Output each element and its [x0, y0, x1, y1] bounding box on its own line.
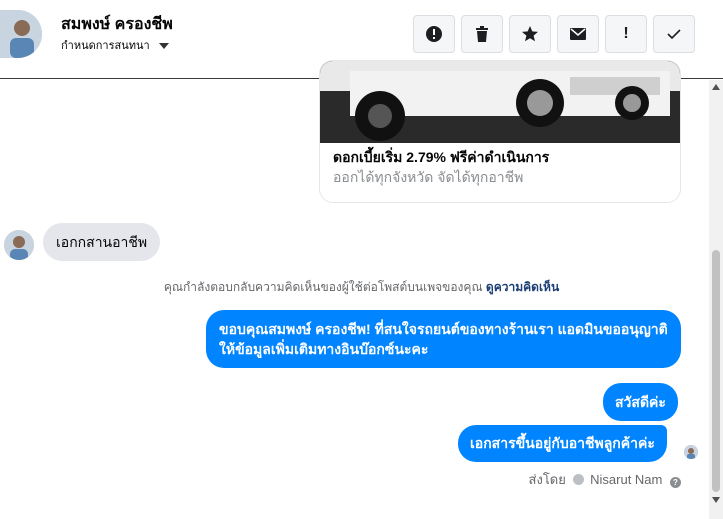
card-title: ดอกเบี้ยเริ่ม 2.79% ฟรีค่าดำเนินการ [333, 149, 550, 165]
delete-button[interactable] [461, 15, 503, 53]
verified-check-icon [572, 474, 584, 485]
outgoing-message: เอกสารขึ้นอยู่กับอาชีพลูกค้าค่ะ [458, 425, 667, 462]
schedule-label: กำหนดการสนทนา [61, 40, 150, 52]
car-image [320, 61, 680, 143]
contact-avatar[interactable] [0, 10, 42, 58]
caret-down-icon [158, 43, 169, 50]
mark-done-button[interactable] [653, 15, 695, 53]
outgoing-message: สวัสดีค่ะ [603, 383, 678, 421]
scrollbar-thumb[interactable] [712, 250, 720, 492]
card-subtitle: ออกได้ทุกจังหวัด จัดได้ทุกอาชีพ [333, 169, 524, 185]
mark-unread-button[interactable] [557, 15, 599, 53]
sent-by-label: ส่งโดย [528, 472, 566, 487]
scroll-up-arrow-icon[interactable] [712, 84, 720, 90]
reply-notice: คุณกำลังตอบกลับความคิดเห็นของผู้ใช้ต่อโพ… [0, 278, 723, 297]
checkmark-icon [667, 29, 681, 40]
notice-text: คุณกำลังตอบกลับความคิดเห็นของผู้ใช้ต่อโพ… [163, 280, 483, 294]
alert-circle-icon [426, 26, 442, 42]
seen-avatar [684, 445, 698, 459]
contact-name[interactable]: สมพงษ์ ครองชีพ [61, 12, 173, 37]
view-comment-link[interactable]: ดูความคิดเห็น [486, 280, 559, 294]
contact-avatar-small[interactable] [4, 230, 34, 260]
follow-up-button[interactable]: ! [605, 15, 647, 53]
star-icon [522, 26, 538, 42]
action-toolbar: ! [413, 15, 695, 53]
mark-spam-button[interactable] [413, 15, 455, 53]
schedule-dropdown[interactable]: กำหนดการสนทนา [61, 36, 169, 54]
ad-reply-card[interactable]: ดอกเบี้ยเริ่ม 2.79% ฟรีค่าดำเนินการ ออกไ… [319, 60, 681, 203]
outgoing-message: ขอบคุณสมพงษ์ ครองชีพ! ที่สนใจรถยนต์ของทา… [206, 310, 681, 368]
sender-name[interactable]: Nisarut Nam [590, 472, 662, 487]
help-icon[interactable]: ? [670, 477, 681, 488]
envelope-icon [570, 28, 586, 40]
incoming-message: เอกกสานอาชีพ [43, 223, 161, 261]
exclamation-icon: ! [623, 25, 629, 42]
star-button[interactable] [509, 15, 551, 53]
scroll-down-arrow-icon[interactable] [712, 497, 720, 503]
sent-by-info: ส่งโดย Nisarut Nam ? [529, 469, 681, 490]
trash-icon [476, 26, 488, 42]
